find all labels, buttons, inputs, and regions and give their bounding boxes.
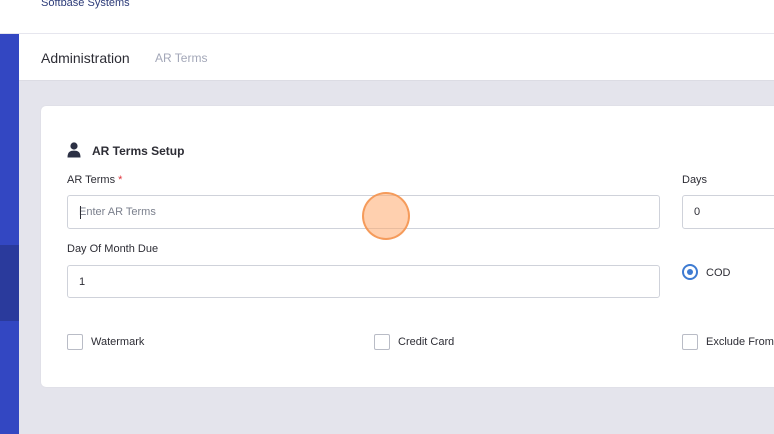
day-of-month-due-input[interactable]: [67, 265, 660, 298]
breadcrumb-page: AR Terms: [155, 51, 208, 65]
brand-name[interactable]: Softbase Systems: [41, 0, 130, 9]
top-bar: Softbase Systems: [0, 0, 774, 34]
exclude-from-checkbox[interactable]: [682, 334, 698, 350]
credit-card-label[interactable]: Credit Card: [398, 336, 454, 348]
sidebar: [0, 34, 19, 434]
text-caret: [80, 206, 81, 219]
cod-label[interactable]: COD: [706, 267, 730, 279]
days-input[interactable]: [682, 195, 774, 229]
person-icon: [67, 142, 81, 158]
watermark-checkbox[interactable]: [67, 334, 83, 350]
credit-card-checkbox[interactable]: [374, 334, 390, 350]
click-indicator: [362, 192, 410, 240]
sidebar-active-item[interactable]: [0, 245, 19, 321]
section-title: AR Terms Setup: [92, 144, 185, 158]
breadcrumb: Administration AR Terms: [19, 34, 774, 81]
ar-terms-label: AR Terms *: [67, 174, 123, 186]
breadcrumb-section[interactable]: Administration: [41, 50, 130, 66]
watermark-label[interactable]: Watermark: [91, 336, 144, 348]
days-label: Days: [682, 174, 708, 186]
required-mark: *: [118, 174, 123, 186]
day-of-month-due-label: Day Of Month Due: [67, 243, 159, 255]
exclude-from-label[interactable]: Exclude From: [706, 336, 774, 348]
cod-radio[interactable]: [682, 264, 698, 280]
